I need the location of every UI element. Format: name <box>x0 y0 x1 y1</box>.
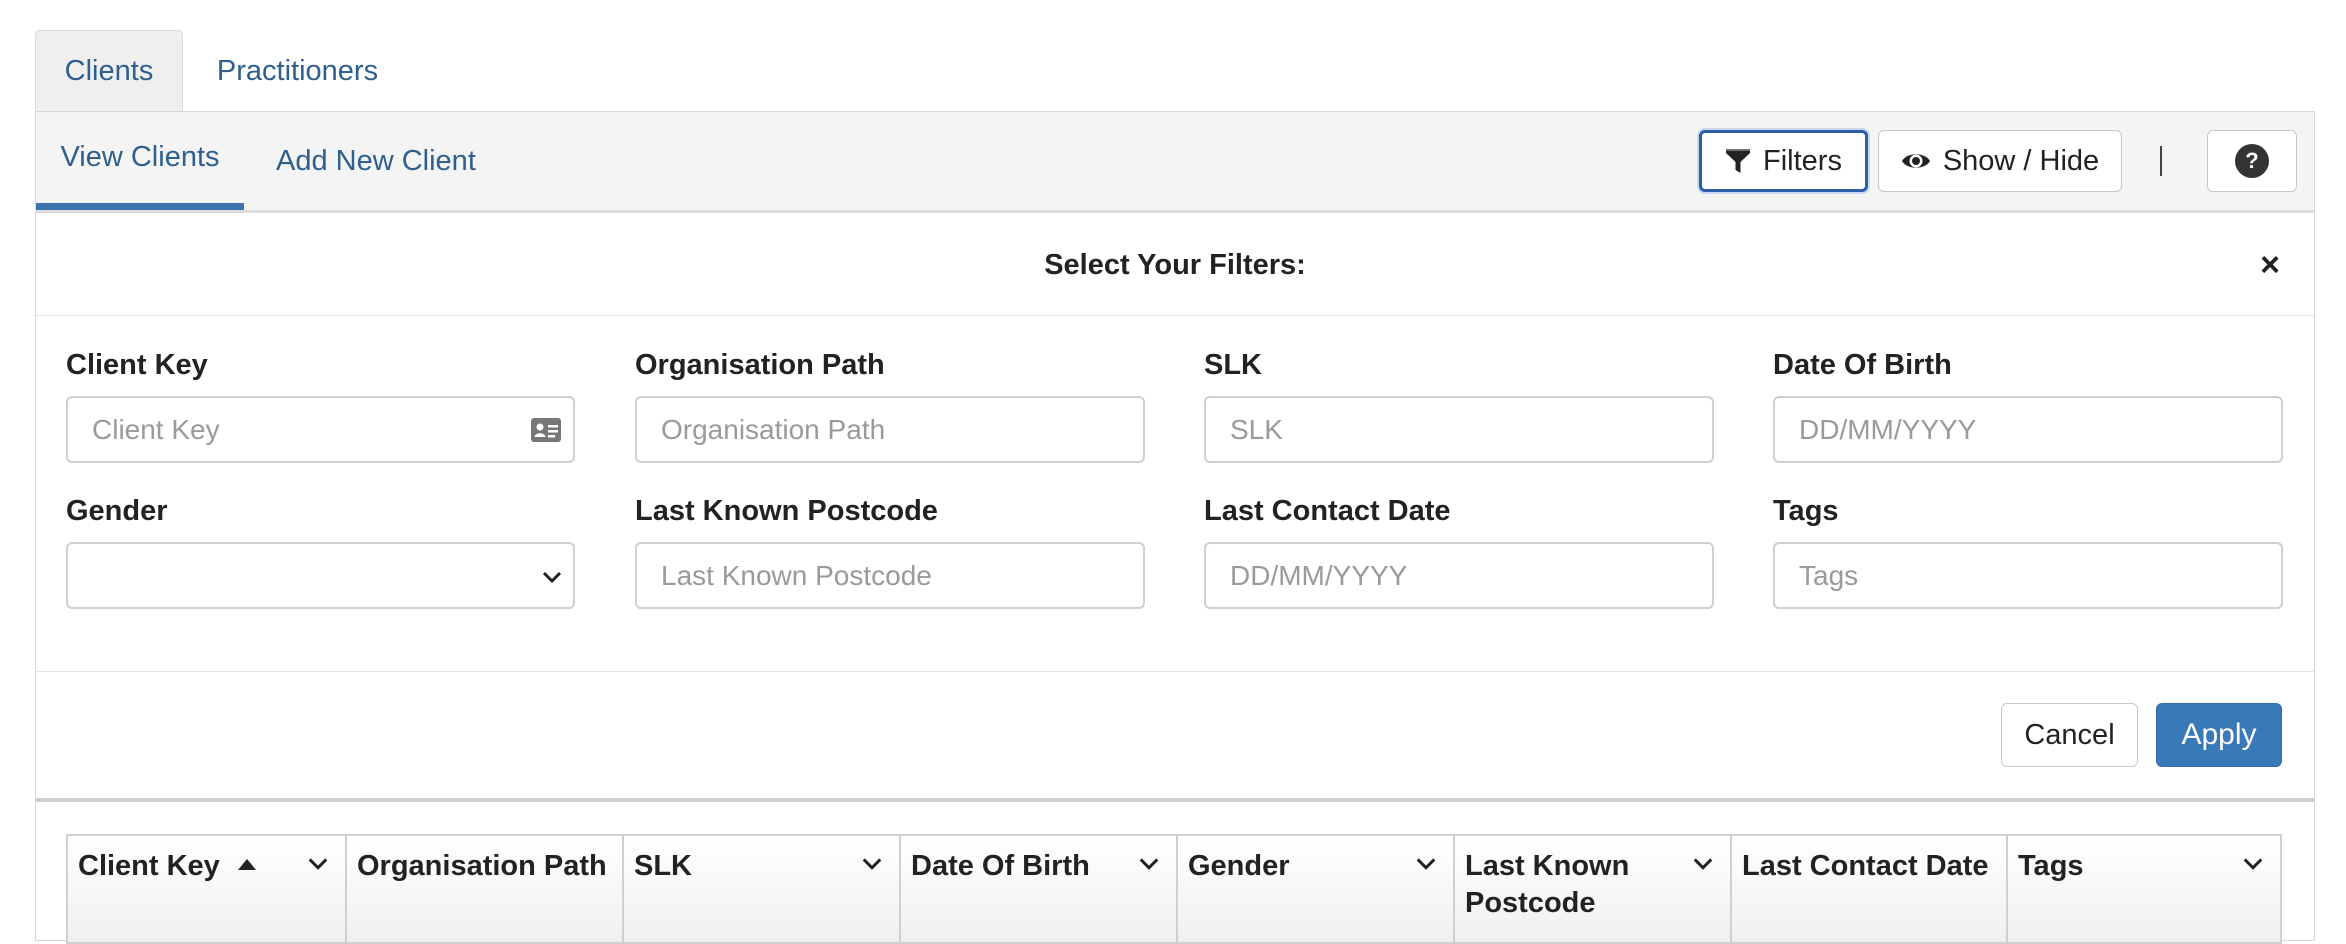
column-header-client-key[interactable]: Client Key <box>68 836 347 942</box>
column-label: Gender <box>1188 850 1290 882</box>
toolbar-divider <box>2160 146 2162 176</box>
chevron-down-icon[interactable] <box>305 850 331 876</box>
column-header-slk[interactable]: SLK <box>624 836 901 942</box>
column-label: SLK <box>634 850 692 882</box>
sort-ascending-icon <box>237 858 256 870</box>
apply-button[interactable]: Apply <box>2156 703 2282 767</box>
tags-input[interactable] <box>1773 542 2283 609</box>
column-header-gender[interactable]: Gender <box>1178 836 1455 942</box>
subtab-add-new-client[interactable]: Add New Client <box>276 112 476 210</box>
filters-button[interactable]: Filters <box>1699 130 1868 192</box>
column-header-tags[interactable]: Tags <box>2008 836 2280 942</box>
column-header-date-of-birth[interactable]: Date Of Birth <box>901 836 1178 942</box>
last-known-postcode-label: Last Known Postcode <box>635 495 938 527</box>
help-icon: ? <box>2235 144 2269 178</box>
column-header-last-known-postcode[interactable]: Last Known Postcode <box>1455 836 1732 942</box>
close-icon[interactable]: × <box>2250 245 2290 285</box>
column-label: Date Of Birth <box>911 850 1090 882</box>
client-key-label: Client Key <box>66 349 208 381</box>
chevron-down-icon <box>542 571 562 584</box>
last-contact-date-input[interactable] <box>1204 542 1714 609</box>
chevron-down-icon[interactable] <box>2240 850 2266 876</box>
column-header-last-contact-date[interactable]: Last Contact Date <box>1732 836 2008 942</box>
column-label: Organisation Path <box>357 850 607 882</box>
cancel-button[interactable]: Cancel <box>2001 703 2138 767</box>
slk-label: SLK <box>1204 349 1262 381</box>
filter-panel-title: Select Your Filters: <box>36 216 2314 316</box>
column-header-organisation-path[interactable]: Organisation Path <box>347 836 624 942</box>
filters-label: Filters <box>1763 144 1842 177</box>
column-label: Client Key <box>78 850 220 882</box>
chevron-down-icon[interactable] <box>1690 850 1716 876</box>
filter-icon <box>1726 149 1751 173</box>
last-known-postcode-input[interactable] <box>635 542 1145 609</box>
subtab-view-clients[interactable]: View Clients <box>36 112 244 210</box>
date-of-birth-label: Date Of Birth <box>1773 349 1952 381</box>
organisation-path-input[interactable] <box>635 396 1145 463</box>
column-label: Tags <box>2018 850 2084 882</box>
tags-label: Tags <box>1773 495 1839 527</box>
chevron-down-icon[interactable] <box>1136 850 1162 876</box>
help-button[interactable]: ? <box>2207 130 2297 192</box>
column-label: Last Contact Date <box>1742 850 1989 882</box>
eye-icon <box>1901 154 1930 168</box>
column-label: Last Known Postcode <box>1465 850 1630 919</box>
table-separator <box>36 798 2314 802</box>
chevron-down-icon[interactable] <box>1413 850 1439 876</box>
id-card-icon <box>531 418 561 442</box>
organisation-path-label: Organisation Path <box>635 349 885 381</box>
table-header: Client Key Organisation Path SLK Date Of… <box>66 834 2282 944</box>
show-hide-label: Show / Hide <box>1942 144 2100 177</box>
actions-separator <box>36 671 2314 672</box>
gender-select[interactable] <box>66 542 575 609</box>
tab-clients[interactable]: Clients <box>35 30 183 112</box>
chevron-down-icon[interactable] <box>859 850 885 876</box>
gender-label: Gender <box>66 495 168 527</box>
slk-input[interactable] <box>1204 396 1714 463</box>
date-of-birth-input[interactable] <box>1773 396 2283 463</box>
client-key-input[interactable] <box>66 396 575 463</box>
show-hide-button[interactable]: Show / Hide <box>1878 130 2122 192</box>
tab-practitioners[interactable]: Practitioners <box>195 30 400 112</box>
last-contact-date-label: Last Contact Date <box>1204 495 1451 527</box>
